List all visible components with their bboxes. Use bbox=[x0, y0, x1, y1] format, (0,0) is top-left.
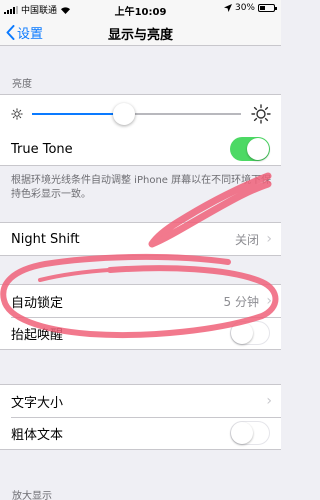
navigation-bar: 设置 显示与亮度 bbox=[0, 18, 281, 46]
lock-group: 自动锁定 5 分钟 › 抬起唤醒 bbox=[0, 284, 281, 350]
true-tone-label: True Tone bbox=[11, 141, 73, 157]
zoom-section-header: 放大显示 bbox=[12, 491, 52, 500]
brightness-slider-thumb[interactable] bbox=[112, 103, 135, 125]
brightness-slider[interactable] bbox=[32, 103, 241, 125]
brightness-group: True Tone bbox=[0, 94, 281, 166]
bold-text-toggle[interactable] bbox=[230, 421, 270, 445]
chevron-right-icon: › bbox=[266, 393, 272, 409]
bold-text-label: 粗体文本 bbox=[11, 427, 64, 443]
auto-lock-label: 自动锁定 bbox=[11, 295, 64, 311]
night-shift-row[interactable]: Night Shift 关闭 › bbox=[0, 223, 281, 255]
toggle-knob bbox=[231, 322, 253, 344]
sun-large-icon bbox=[251, 104, 271, 124]
toggle-knob bbox=[231, 422, 253, 444]
chevron-right-icon: › bbox=[266, 293, 272, 309]
raise-to-wake-row: 抬起唤醒 bbox=[0, 317, 281, 349]
raise-to-wake-label: 抬起唤醒 bbox=[11, 327, 64, 343]
night-shift-value: 关闭 bbox=[234, 232, 259, 247]
true-tone-toggle[interactable] bbox=[230, 137, 270, 161]
brightness-row bbox=[0, 95, 281, 133]
text-group: 文字大小 › 粗体文本 bbox=[0, 384, 281, 450]
true-tone-row: True Tone bbox=[0, 133, 281, 165]
status-bar: 中国联通 上午10:09 30% bbox=[0, 0, 281, 18]
text-size-label: 文字大小 bbox=[11, 395, 64, 411]
true-tone-footer: 根据环境光线条件自动调整 iPhone 屏幕以在不同环境下保持色彩显示一致。 bbox=[11, 175, 272, 200]
raise-to-wake-toggle[interactable] bbox=[230, 321, 270, 345]
page-title: 显示与亮度 bbox=[107, 28, 173, 43]
sun-small-icon bbox=[11, 108, 23, 120]
chevron-right-icon: › bbox=[266, 231, 272, 247]
brightness-section-header: 亮度 bbox=[12, 79, 32, 90]
text-size-row[interactable]: 文字大小 › bbox=[0, 385, 281, 417]
auto-lock-value: 5 分钟 bbox=[223, 294, 259, 309]
brightness-slider-fill bbox=[32, 113, 124, 115]
battery-icon bbox=[258, 4, 277, 12]
bold-text-row: 粗体文本 bbox=[0, 417, 281, 449]
location-arrow-icon bbox=[223, 4, 232, 12]
toggle-knob bbox=[247, 138, 269, 160]
battery-percent: 30% bbox=[234, 3, 255, 13]
auto-lock-row[interactable]: 自动锁定 5 分钟 › bbox=[0, 285, 281, 317]
night-shift-label: Night Shift bbox=[11, 231, 80, 247]
night-shift-group: Night Shift 关闭 › bbox=[0, 222, 281, 256]
